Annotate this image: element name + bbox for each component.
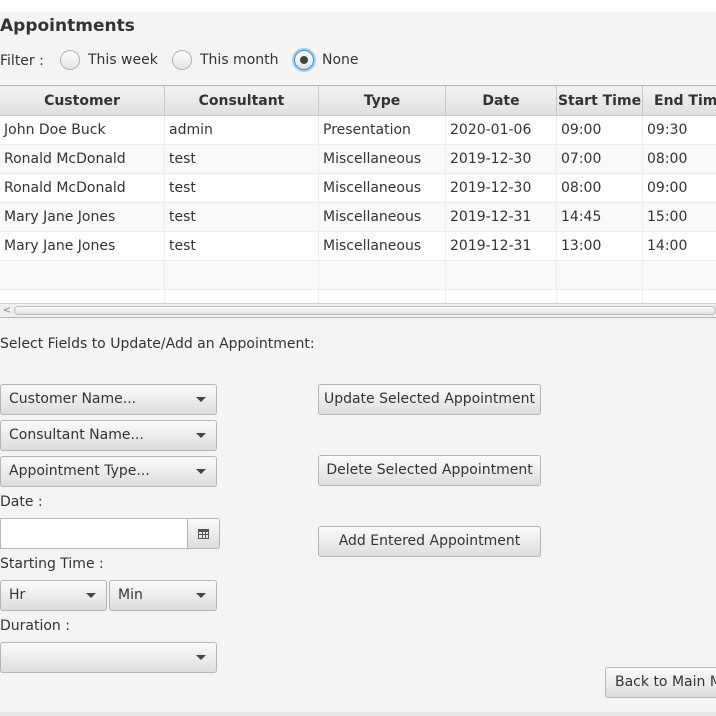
cell-customer: Mary Jane Jones xyxy=(0,203,165,232)
cell-type: Miscellaneous xyxy=(319,203,446,232)
cell-consultant: test xyxy=(165,203,319,232)
column-header-start-time[interactable]: Start Time xyxy=(557,86,643,116)
table-header: Customer Consultant Type Date Start Time… xyxy=(0,86,716,116)
cell-end-time: 14:00 xyxy=(643,232,716,261)
add-appointment-button[interactable]: Add Entered Appointment xyxy=(318,526,541,557)
column-header-customer[interactable]: Customer xyxy=(0,86,165,116)
cell-start-time: 13:00 xyxy=(557,232,643,261)
cell-start-time: 09:00 xyxy=(557,116,643,145)
cell-customer: Mary Jane Jones xyxy=(0,232,165,261)
date-label: Date : xyxy=(0,494,43,510)
cell-type: Miscellaneous xyxy=(319,174,446,203)
chevron-down-icon xyxy=(196,655,206,660)
table-row[interactable]: Ronald McDonald test Miscellaneous 2019-… xyxy=(0,174,716,203)
appointments-window: Appointments Filter : This week This mon… xyxy=(0,12,716,712)
appointments-table[interactable]: Customer Consultant Type Date Start Time… xyxy=(0,85,716,318)
cell-date: 2019-12-30 xyxy=(446,174,557,203)
table-row[interactable]: Mary Jane Jones test Miscellaneous 2019-… xyxy=(0,232,716,261)
form-heading: Select Fields to Update/Add an Appointme… xyxy=(0,336,315,352)
chevron-down-icon xyxy=(196,469,206,474)
consultant-name-combo[interactable]: Consultant Name... xyxy=(0,420,217,451)
cell-type: Miscellaneous xyxy=(319,145,446,174)
cell-customer: Ronald McDonald xyxy=(0,145,165,174)
page-title: Appointments xyxy=(0,16,135,36)
cell-customer: John Doe Buck xyxy=(0,116,165,145)
horizontal-scrollbar[interactable]: < xyxy=(0,303,716,317)
customer-name-combo[interactable]: Customer Name... xyxy=(0,384,217,415)
column-header-type[interactable]: Type xyxy=(319,86,446,116)
empty-table-row xyxy=(0,261,716,290)
update-appointment-button[interactable]: Update Selected Appointment xyxy=(318,384,541,415)
starting-time-label: Starting Time : xyxy=(0,556,104,572)
cell-start-time: 07:00 xyxy=(557,145,643,174)
date-picker-button[interactable] xyxy=(187,518,220,549)
cell-consultant: test xyxy=(165,174,319,203)
duration-combo[interactable] xyxy=(0,642,217,673)
filter-label: Filter : xyxy=(0,53,44,69)
scroll-left-arrow-icon[interactable]: < xyxy=(0,304,14,317)
column-header-end-time[interactable]: End Time xyxy=(643,86,716,116)
table-row[interactable]: John Doe Buck admin Presentation 2020-01… xyxy=(0,116,716,145)
minute-prompt: Min xyxy=(118,587,143,603)
cell-end-time: 09:30 xyxy=(643,116,716,145)
cell-start-time: 14:45 xyxy=(557,203,643,232)
table-row[interactable]: Ronald McDonald test Miscellaneous 2019-… xyxy=(0,145,716,174)
radio-circle-icon xyxy=(172,50,192,70)
duration-label: Duration : xyxy=(0,618,70,634)
column-header-consultant[interactable]: Consultant xyxy=(165,86,319,116)
cell-date: 2020-01-06 xyxy=(446,116,557,145)
calendar-icon xyxy=(198,528,209,539)
scrollbar-thumb[interactable] xyxy=(14,306,716,315)
filter-option-label: None xyxy=(322,52,359,68)
delete-appointment-button[interactable]: Delete Selected Appointment xyxy=(318,455,541,486)
filter-option-label: This week xyxy=(88,52,158,68)
filter-this-week-radio[interactable]: This week xyxy=(60,50,158,70)
chevron-down-icon xyxy=(196,433,206,438)
cell-date: 2019-12-30 xyxy=(446,145,557,174)
cell-start-time: 08:00 xyxy=(557,174,643,203)
customer-name-prompt: Customer Name... xyxy=(9,391,137,407)
cell-end-time: 08:00 xyxy=(643,145,716,174)
table-row[interactable]: Mary Jane Jones test Miscellaneous 2019-… xyxy=(0,203,716,232)
cell-date: 2019-12-31 xyxy=(446,232,557,261)
cell-customer: Ronald McDonald xyxy=(0,174,165,203)
filter-none-radio[interactable]: None xyxy=(294,50,359,70)
filter-this-month-radio[interactable]: This month xyxy=(172,50,279,70)
appointment-type-prompt: Appointment Type... xyxy=(9,463,150,479)
chevron-down-icon xyxy=(196,593,206,598)
table-body: John Doe Buck admin Presentation 2020-01… xyxy=(0,116,716,317)
appointment-type-combo[interactable]: Appointment Type... xyxy=(0,456,217,487)
chevron-down-icon xyxy=(196,397,206,402)
back-to-main-menu-button[interactable]: Back to Main Menu xyxy=(605,667,716,698)
cell-consultant: test xyxy=(165,232,319,261)
hour-combo[interactable]: Hr xyxy=(0,580,107,611)
date-field[interactable] xyxy=(0,518,188,549)
column-header-date[interactable]: Date xyxy=(446,86,557,116)
cell-consultant: admin xyxy=(165,116,319,145)
cell-type: Presentation xyxy=(319,116,446,145)
cell-end-time: 09:00 xyxy=(643,174,716,203)
cell-type: Miscellaneous xyxy=(319,232,446,261)
hour-prompt: Hr xyxy=(9,587,26,603)
cell-consultant: test xyxy=(165,145,319,174)
minute-combo[interactable]: Min xyxy=(109,580,217,611)
cell-end-time: 15:00 xyxy=(643,203,716,232)
window-bottom-edge xyxy=(0,712,716,716)
consultant-name-prompt: Consultant Name... xyxy=(9,427,144,443)
chevron-down-icon xyxy=(86,593,96,598)
radio-circle-icon xyxy=(60,50,80,70)
radio-selected-icon xyxy=(294,50,314,70)
filter-option-label: This month xyxy=(200,52,279,68)
cell-date: 2019-12-31 xyxy=(446,203,557,232)
